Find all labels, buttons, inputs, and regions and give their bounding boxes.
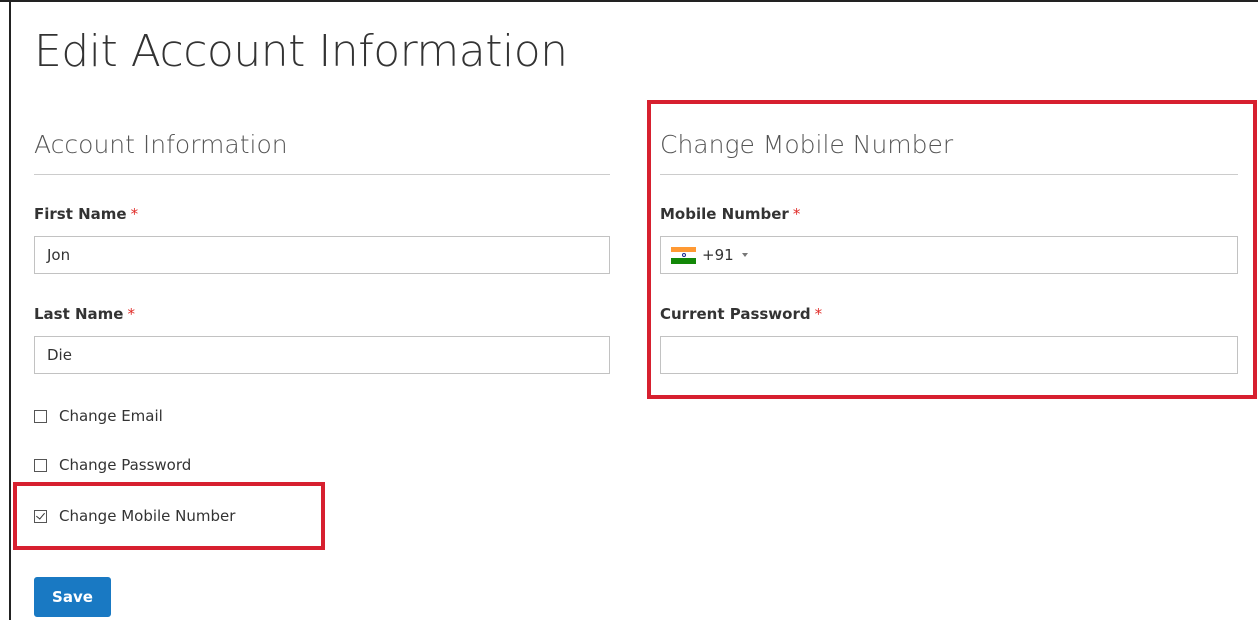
last-name-label: Last Name * <box>34 304 135 324</box>
last-name-label-text: Last Name <box>34 305 124 323</box>
change-email-checkbox[interactable] <box>34 409 47 423</box>
last-name-input[interactable]: Die <box>34 336 610 374</box>
required-asterisk: * <box>127 305 135 323</box>
change-email-option[interactable]: Change Email <box>34 406 163 426</box>
change-mobile-section-highlight <box>647 100 1257 399</box>
change-email-label: Change Email <box>59 407 163 425</box>
change-password-option[interactable]: Change Password <box>34 455 191 475</box>
last-name-value: Die <box>47 346 72 364</box>
first-name-label-text: First Name <box>34 205 127 223</box>
first-name-label: First Name * <box>34 204 138 224</box>
first-name-value: Jon <box>47 246 71 264</box>
account-information-divider <box>34 174 610 175</box>
first-name-input[interactable]: Jon <box>34 236 610 274</box>
save-button[interactable]: Save <box>34 577 111 617</box>
change-mobile-option-highlight <box>13 482 325 550</box>
window-top-border <box>0 0 1258 2</box>
change-password-checkbox[interactable] <box>34 458 47 472</box>
window-left-border <box>9 0 11 620</box>
page-title: Edit Account Information <box>34 26 568 77</box>
required-asterisk: * <box>130 205 139 223</box>
account-information-heading: Account Information <box>34 130 288 159</box>
change-password-label: Change Password <box>59 456 192 474</box>
